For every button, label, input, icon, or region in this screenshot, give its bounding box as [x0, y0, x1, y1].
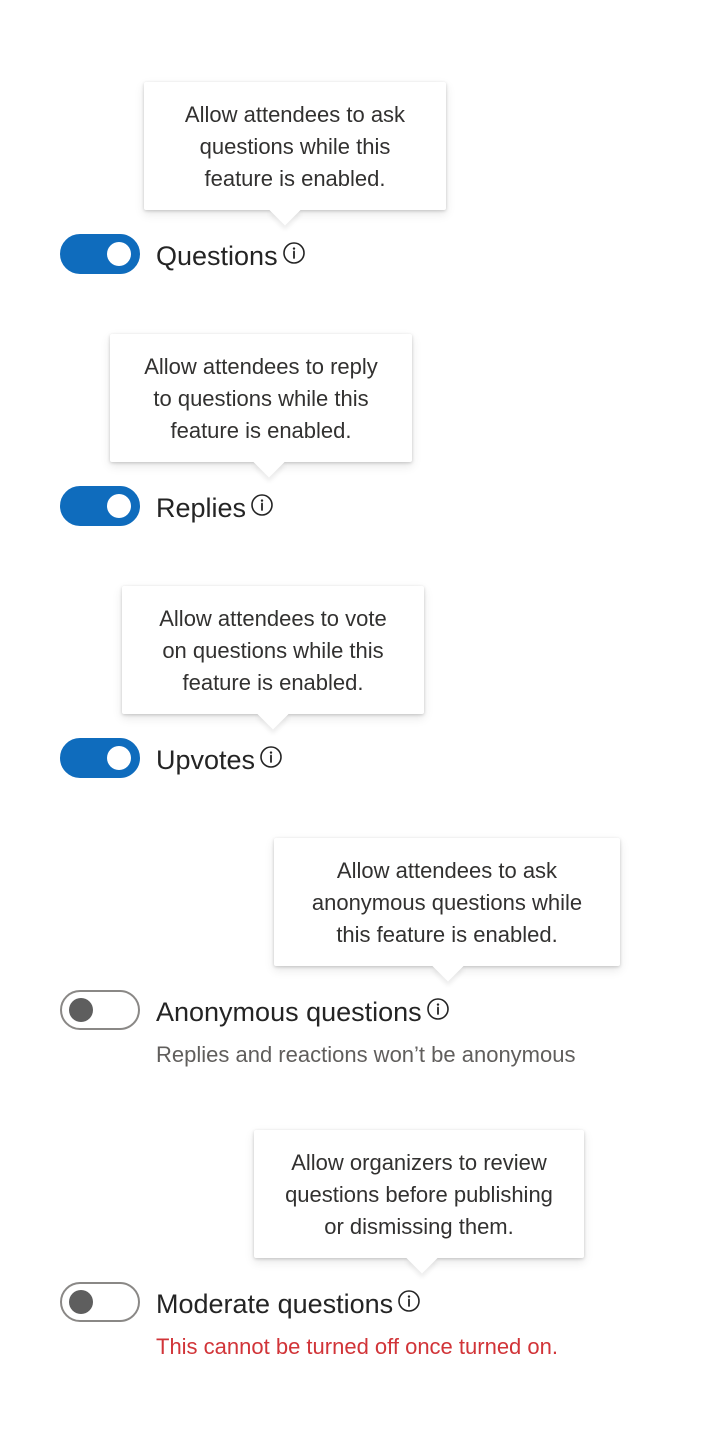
- setting-label-upvotes: Upvotes: [156, 740, 283, 780]
- tooltip-line: on questions while this: [162, 638, 384, 663]
- toggle-replies[interactable]: [60, 486, 140, 526]
- tooltip-line: Allow attendees to reply: [144, 354, 378, 379]
- info-icon[interactable]: [282, 241, 306, 265]
- setting-label-questions: Questions: [156, 236, 306, 276]
- toggle-questions[interactable]: [60, 234, 140, 274]
- tooltip-anonymous-questions: Allow attendees to ask anonymous questio…: [274, 838, 620, 982]
- setting-label-text: Replies: [156, 492, 247, 523]
- info-icon[interactable]: [250, 493, 274, 517]
- setting-label-text: Questions: [156, 240, 278, 271]
- toggle-knob: [107, 242, 131, 266]
- tooltip-line: Allow attendees to vote: [159, 606, 387, 631]
- tooltip-line: questions before publishing: [285, 1182, 553, 1207]
- tooltip-beak-cover: [402, 1242, 442, 1258]
- toggle-knob: [69, 998, 93, 1022]
- tooltip-line: Allow organizers to review: [291, 1150, 547, 1175]
- tooltip-line: feature is enabled.: [182, 670, 364, 695]
- setting-label-text: Anonymous questions: [156, 996, 422, 1027]
- toggle-upvotes[interactable]: [60, 738, 140, 778]
- tooltip-beak-cover: [428, 950, 468, 966]
- setting-label-moderate-questions: Moderate questions: [156, 1284, 421, 1324]
- tooltip-line: feature is enabled.: [170, 418, 352, 443]
- moderate-questions-warning: This cannot be turned off once turned on…: [156, 1334, 558, 1359]
- toggle-knob: [107, 494, 131, 518]
- tooltip-line: to questions while this: [153, 386, 369, 411]
- toggle-knob: [69, 1290, 93, 1314]
- tooltip-line: Allow attendees to ask: [184, 102, 406, 127]
- tooltip-line: Allow attendees to ask: [336, 858, 558, 883]
- tooltip-line: questions while this: [199, 134, 391, 159]
- toggle-knob: [107, 746, 131, 770]
- tooltip-beak-cover: [265, 194, 305, 210]
- tooltip-line: this feature is enabled.: [336, 922, 558, 947]
- setting-label-text: Upvotes: [156, 744, 256, 775]
- info-icon[interactable]: [259, 745, 283, 769]
- tooltip-line: or dismissing them.: [324, 1214, 514, 1239]
- tooltip-replies: Allow attendees to reply to questions wh…: [110, 334, 412, 478]
- tooltip-line: feature is enabled.: [204, 166, 386, 191]
- info-icon[interactable]: [397, 1289, 421, 1313]
- tooltip-beak-cover: [253, 698, 293, 714]
- setting-label-anonymous-questions: Anonymous questions: [156, 992, 450, 1032]
- anonymous-questions-hint: Replies and reactions won’t be anonymous: [156, 1042, 576, 1067]
- setting-label-text: Moderate questions: [156, 1288, 394, 1319]
- info-icon[interactable]: [426, 997, 450, 1021]
- tooltip-moderate-questions: Allow organizers to review questions bef…: [254, 1130, 584, 1274]
- tooltip-beak-cover: [249, 446, 289, 462]
- tooltip-questions: Allow attendees to ask questions while t…: [144, 82, 446, 226]
- toggle-anonymous-questions[interactable]: [60, 990, 140, 1030]
- tooltip-upvotes: Allow attendees to vote on questions whi…: [122, 586, 424, 730]
- setting-label-replies: Replies: [156, 488, 274, 528]
- toggle-moderate-questions[interactable]: [60, 1282, 140, 1322]
- tooltip-line: anonymous questions while: [311, 890, 583, 915]
